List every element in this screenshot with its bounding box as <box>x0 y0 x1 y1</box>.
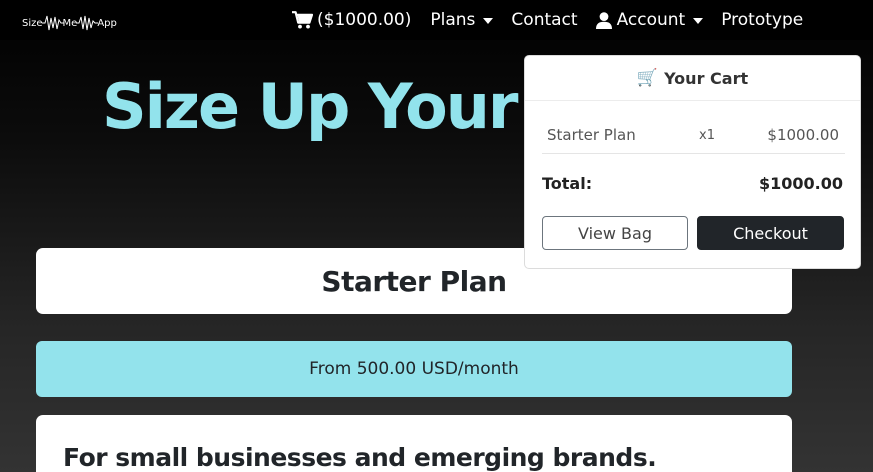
nav-cart-total: ($1000.00) <box>317 10 412 30</box>
cart-dropdown: 🛒 Your Cart Starter Plan x1 $1000.00 Tot… <box>524 55 861 269</box>
checkout-button[interactable]: Checkout <box>697 216 844 250</box>
nav-plans-dropdown[interactable]: Plans <box>430 10 494 30</box>
nav-prototype-label: Prototype <box>721 10 804 30</box>
cart-item-price: $1000.00 <box>767 126 839 144</box>
cart-item-qty: x1 <box>699 128 715 143</box>
cart-item-name: Starter Plan <box>547 126 636 144</box>
checkout-label: Checkout <box>733 223 808 243</box>
waveform-icon <box>76 15 99 31</box>
plan-title: Starter Plan <box>321 264 507 298</box>
nav-contact-link[interactable]: Contact <box>511 10 577 30</box>
nav-links: ($1000.00) Plans Contact Account Prototy… <box>292 0 803 40</box>
user-icon <box>595 11 612 29</box>
brand-part-me: Me <box>62 17 78 29</box>
nav-cart-link[interactable]: ($1000.00) <box>292 10 411 30</box>
view-bag-button[interactable]: View Bag <box>542 216 688 250</box>
nav-prototype-link[interactable]: Prototype <box>721 10 803 30</box>
chevron-down-icon <box>483 18 494 24</box>
plan-price: From 500.00 USD/month <box>309 359 519 379</box>
view-bag-label: View Bag <box>578 223 652 243</box>
nav-contact-label: Contact <box>511 10 578 30</box>
brand-logo[interactable]: Size Me App <box>22 12 117 34</box>
plan-description: For small businesses and emerging brands… <box>63 443 657 472</box>
brand-part-app: App <box>97 17 117 29</box>
cart-total-label: Total: <box>542 174 593 193</box>
nav-account-label: Account <box>616 10 686 30</box>
waveform-icon <box>41 15 64 31</box>
brand-part-size: Size <box>22 17 43 29</box>
cart-header-title: Your Cart <box>664 68 749 88</box>
plan-description-card: For small businesses and emerging brands… <box>36 415 792 472</box>
cart-header: 🛒 Your Cart <box>525 56 860 101</box>
chevron-down-icon <box>693 18 704 24</box>
cart-total-value: $1000.00 <box>758 174 843 193</box>
plan-price-band: From 500.00 USD/month <box>36 341 792 397</box>
nav-plans-label: Plans <box>430 10 476 30</box>
shopping-cart-icon: 🛒 <box>636 68 659 88</box>
navbar: Size Me App ($1000.00) Plans Contact Acc… <box>0 0 873 40</box>
shopping-cart-icon <box>292 11 313 29</box>
nav-account-dropdown[interactable]: Account <box>595 10 704 30</box>
cart-item-row: Starter Plan x1 $1000.00 <box>542 117 845 154</box>
